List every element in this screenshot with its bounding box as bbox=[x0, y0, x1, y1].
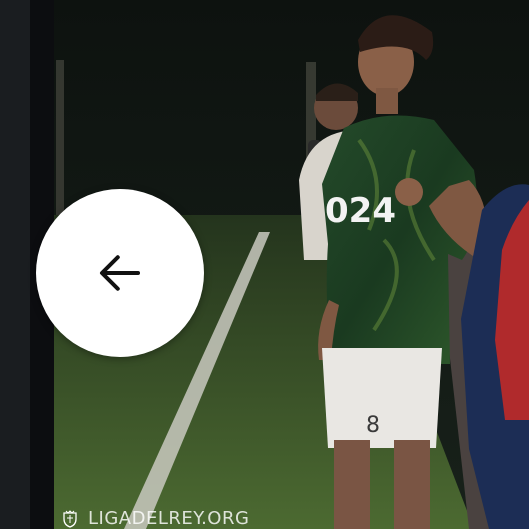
arrow-left-icon bbox=[99, 255, 141, 291]
watermark: LIGADELREY.ORG bbox=[62, 508, 249, 529]
crest-icon bbox=[63, 509, 77, 528]
viewer-left-edge bbox=[0, 0, 30, 529]
back-button[interactable] bbox=[36, 189, 204, 357]
watermark-text: LIGADELREY.ORG bbox=[88, 508, 250, 529]
shorts-number: 8 bbox=[366, 413, 380, 438]
jersey-number: 024 bbox=[325, 191, 396, 231]
